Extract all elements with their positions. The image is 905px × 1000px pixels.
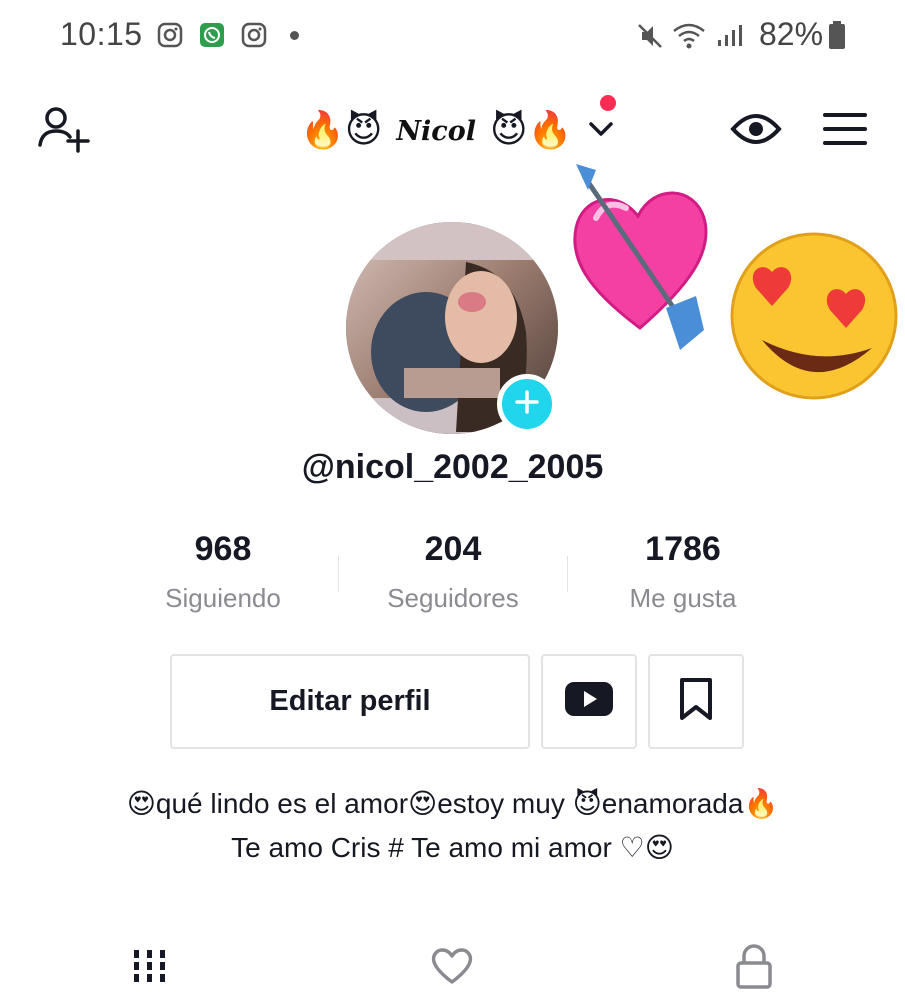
instagram-icon <box>241 22 267 48</box>
stat-following[interactable]: 968 Siguiendo <box>108 530 338 614</box>
edit-profile-button[interactable]: Editar perfil <box>170 654 530 749</box>
private-lock-icon <box>734 943 774 994</box>
bio-line-1: 😍qué lindo es el amor😍estoy muy 😈enamora… <box>126 788 779 819</box>
stat-followers-value: 204 <box>424 530 482 568</box>
stat-likes[interactable]: 1786 Me gusta <box>568 530 798 614</box>
heart-eyes-emoji-sticker <box>728 232 900 407</box>
notification-dot <box>290 31 299 40</box>
notification-badge <box>600 95 616 111</box>
battery-icon <box>827 20 853 49</box>
username: @nicol_2002_2005 <box>301 448 604 486</box>
stat-likes-label: Me gusta <box>629 583 737 613</box>
title-suffix-emoji: 😈🔥 <box>490 110 573 151</box>
mute-icon <box>636 22 662 48</box>
menu-icon <box>822 112 868 152</box>
whatsapp-icon <box>199 22 225 48</box>
add-profile-photo-button[interactable] <box>497 374 557 434</box>
youtube-link-button[interactable] <box>541 654 637 749</box>
edit-profile-label: Editar perfil <box>269 685 431 717</box>
bio-line-2: Te amo Cris # Te amo mi amor ♡😍 <box>231 832 674 863</box>
stat-followers-label: Seguidores <box>387 583 519 613</box>
instagram-icon <box>157 22 183 48</box>
liked-heart-icon <box>430 946 474 991</box>
favorites-button[interactable] <box>648 654 744 749</box>
wifi-icon <box>672 22 705 49</box>
stat-likes-value: 1786 <box>645 530 721 568</box>
add-friend-icon <box>34 106 90 160</box>
menu-button[interactable] <box>820 106 870 154</box>
add-friend-button[interactable] <box>30 98 94 162</box>
stat-following-label: Siguiendo <box>165 583 281 613</box>
status-bar: 10:15 82% <box>0 0 905 72</box>
battery-percent: 82% <box>759 16 824 52</box>
plus-icon <box>514 389 540 420</box>
chevron-down-icon <box>588 120 614 143</box>
stat-followers[interactable]: 204 Seguidores <box>338 530 568 614</box>
title-prefix-emoji: 🔥😈 <box>300 110 383 151</box>
profile-header: 🔥😈 Nicol 😈🔥 <box>0 90 905 170</box>
stat-following-value: 968 <box>194 530 252 568</box>
eye-icon <box>730 113 782 152</box>
tab-private[interactable] <box>724 940 784 996</box>
profile-views-button[interactable] <box>728 106 784 154</box>
tab-liked[interactable] <box>422 940 482 996</box>
signal-icon <box>716 22 742 48</box>
tab-videos[interactable] <box>120 940 180 996</box>
heart-arrow-sticker <box>566 158 716 368</box>
profile-display-name: Nicol <box>396 115 477 147</box>
account-switcher[interactable]: 🔥😈 Nicol 😈🔥 <box>300 105 614 157</box>
youtube-icon <box>564 681 614 722</box>
status-time: 10:15 <box>60 16 143 52</box>
videos-grid-icon <box>132 946 168 991</box>
bookmark-icon <box>678 677 714 726</box>
